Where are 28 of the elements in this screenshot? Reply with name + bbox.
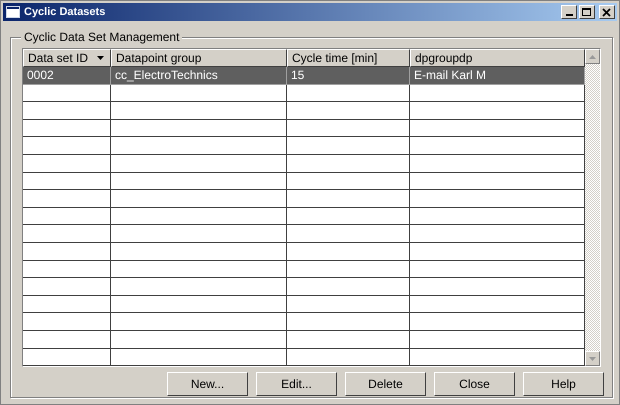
maximize-button[interactable] xyxy=(579,5,595,19)
group-title: Cyclic Data Set Management xyxy=(21,30,182,44)
dialog-button[interactable]: Delete xyxy=(345,372,426,396)
dialog-button[interactable]: Edit... xyxy=(256,372,337,396)
dialog-button[interactable]: Help xyxy=(523,372,604,396)
column-header[interactable]: Cycle time [min] xyxy=(287,49,410,67)
close-button[interactable] xyxy=(599,5,615,19)
table-cell: cc_ElectroTechnics xyxy=(115,68,218,82)
minimize-button[interactable] xyxy=(561,5,577,19)
column-header[interactable]: dpgroupdp xyxy=(410,49,585,67)
scroll-up-button[interactable] xyxy=(585,49,600,64)
table-cell: 0002 xyxy=(27,68,54,82)
close-icon xyxy=(602,8,612,16)
up-arrow-icon xyxy=(589,54,596,58)
column-header[interactable]: Datapoint group xyxy=(111,49,287,67)
window-title: Cyclic Datasets xyxy=(24,6,106,18)
minimize-icon xyxy=(566,14,572,16)
column-header[interactable]: Data set ID xyxy=(23,49,111,67)
scroll-down-button[interactable] xyxy=(585,351,600,366)
down-arrow-icon xyxy=(589,356,596,361)
scrollbar[interactable] xyxy=(585,49,600,366)
maximize-icon xyxy=(582,8,592,16)
dialog-button[interactable]: Close xyxy=(434,372,515,396)
table-cell: 15 xyxy=(291,68,304,82)
table-cell: E-mail Karl M xyxy=(414,68,486,82)
dialog-button[interactable]: New... xyxy=(167,372,248,396)
table-row[interactable]: 0002 cc_ElectroTechnics 15 E-mail Karl M xyxy=(23,67,585,85)
window-icon xyxy=(6,6,20,18)
